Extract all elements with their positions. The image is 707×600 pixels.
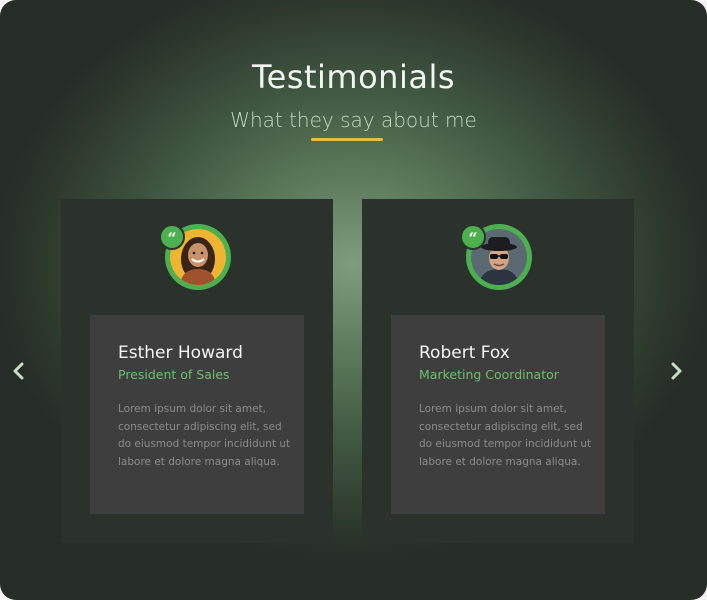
- testimonials-section: Testimonials What they say about me “ Es…: [0, 0, 707, 600]
- testimonial-card: “ Robert Fox Marketing Coordinator Lorem…: [362, 199, 634, 543]
- testimonial-name: Esther Howard: [118, 343, 243, 363]
- section-subtitle: What they say about me: [230, 108, 477, 132]
- testimonial-card: “ Esther Howard President of Sales Lorem…: [61, 199, 333, 543]
- avatar-container: “: [159, 224, 231, 290]
- chevron-left-icon: [13, 362, 24, 380]
- testimonial-role: President of Sales: [118, 367, 230, 382]
- testimonial-text: Lorem ipsum dolor sit amet, consectetur …: [118, 403, 291, 468]
- section-title: Testimonials: [252, 58, 455, 96]
- quote-icon: “: [460, 224, 486, 250]
- testimonial-name: Robert Fox: [419, 343, 510, 363]
- next-button[interactable]: [665, 360, 687, 382]
- chevron-right-icon: [671, 362, 682, 380]
- testimonial-content: Esther Howard President of Sales Lorem i…: [90, 315, 304, 514]
- prev-button[interactable]: [8, 360, 30, 382]
- avatar-container: “: [460, 224, 532, 290]
- quote-icon: “: [159, 224, 185, 250]
- testimonial-content: Robert Fox Marketing Coordinator Lorem i…: [391, 315, 605, 514]
- testimonial-role: Marketing Coordinator: [419, 367, 559, 382]
- title-underline: [311, 138, 383, 141]
- testimonial-text: Lorem ipsum dolor sit amet, consectetur …: [419, 403, 592, 468]
